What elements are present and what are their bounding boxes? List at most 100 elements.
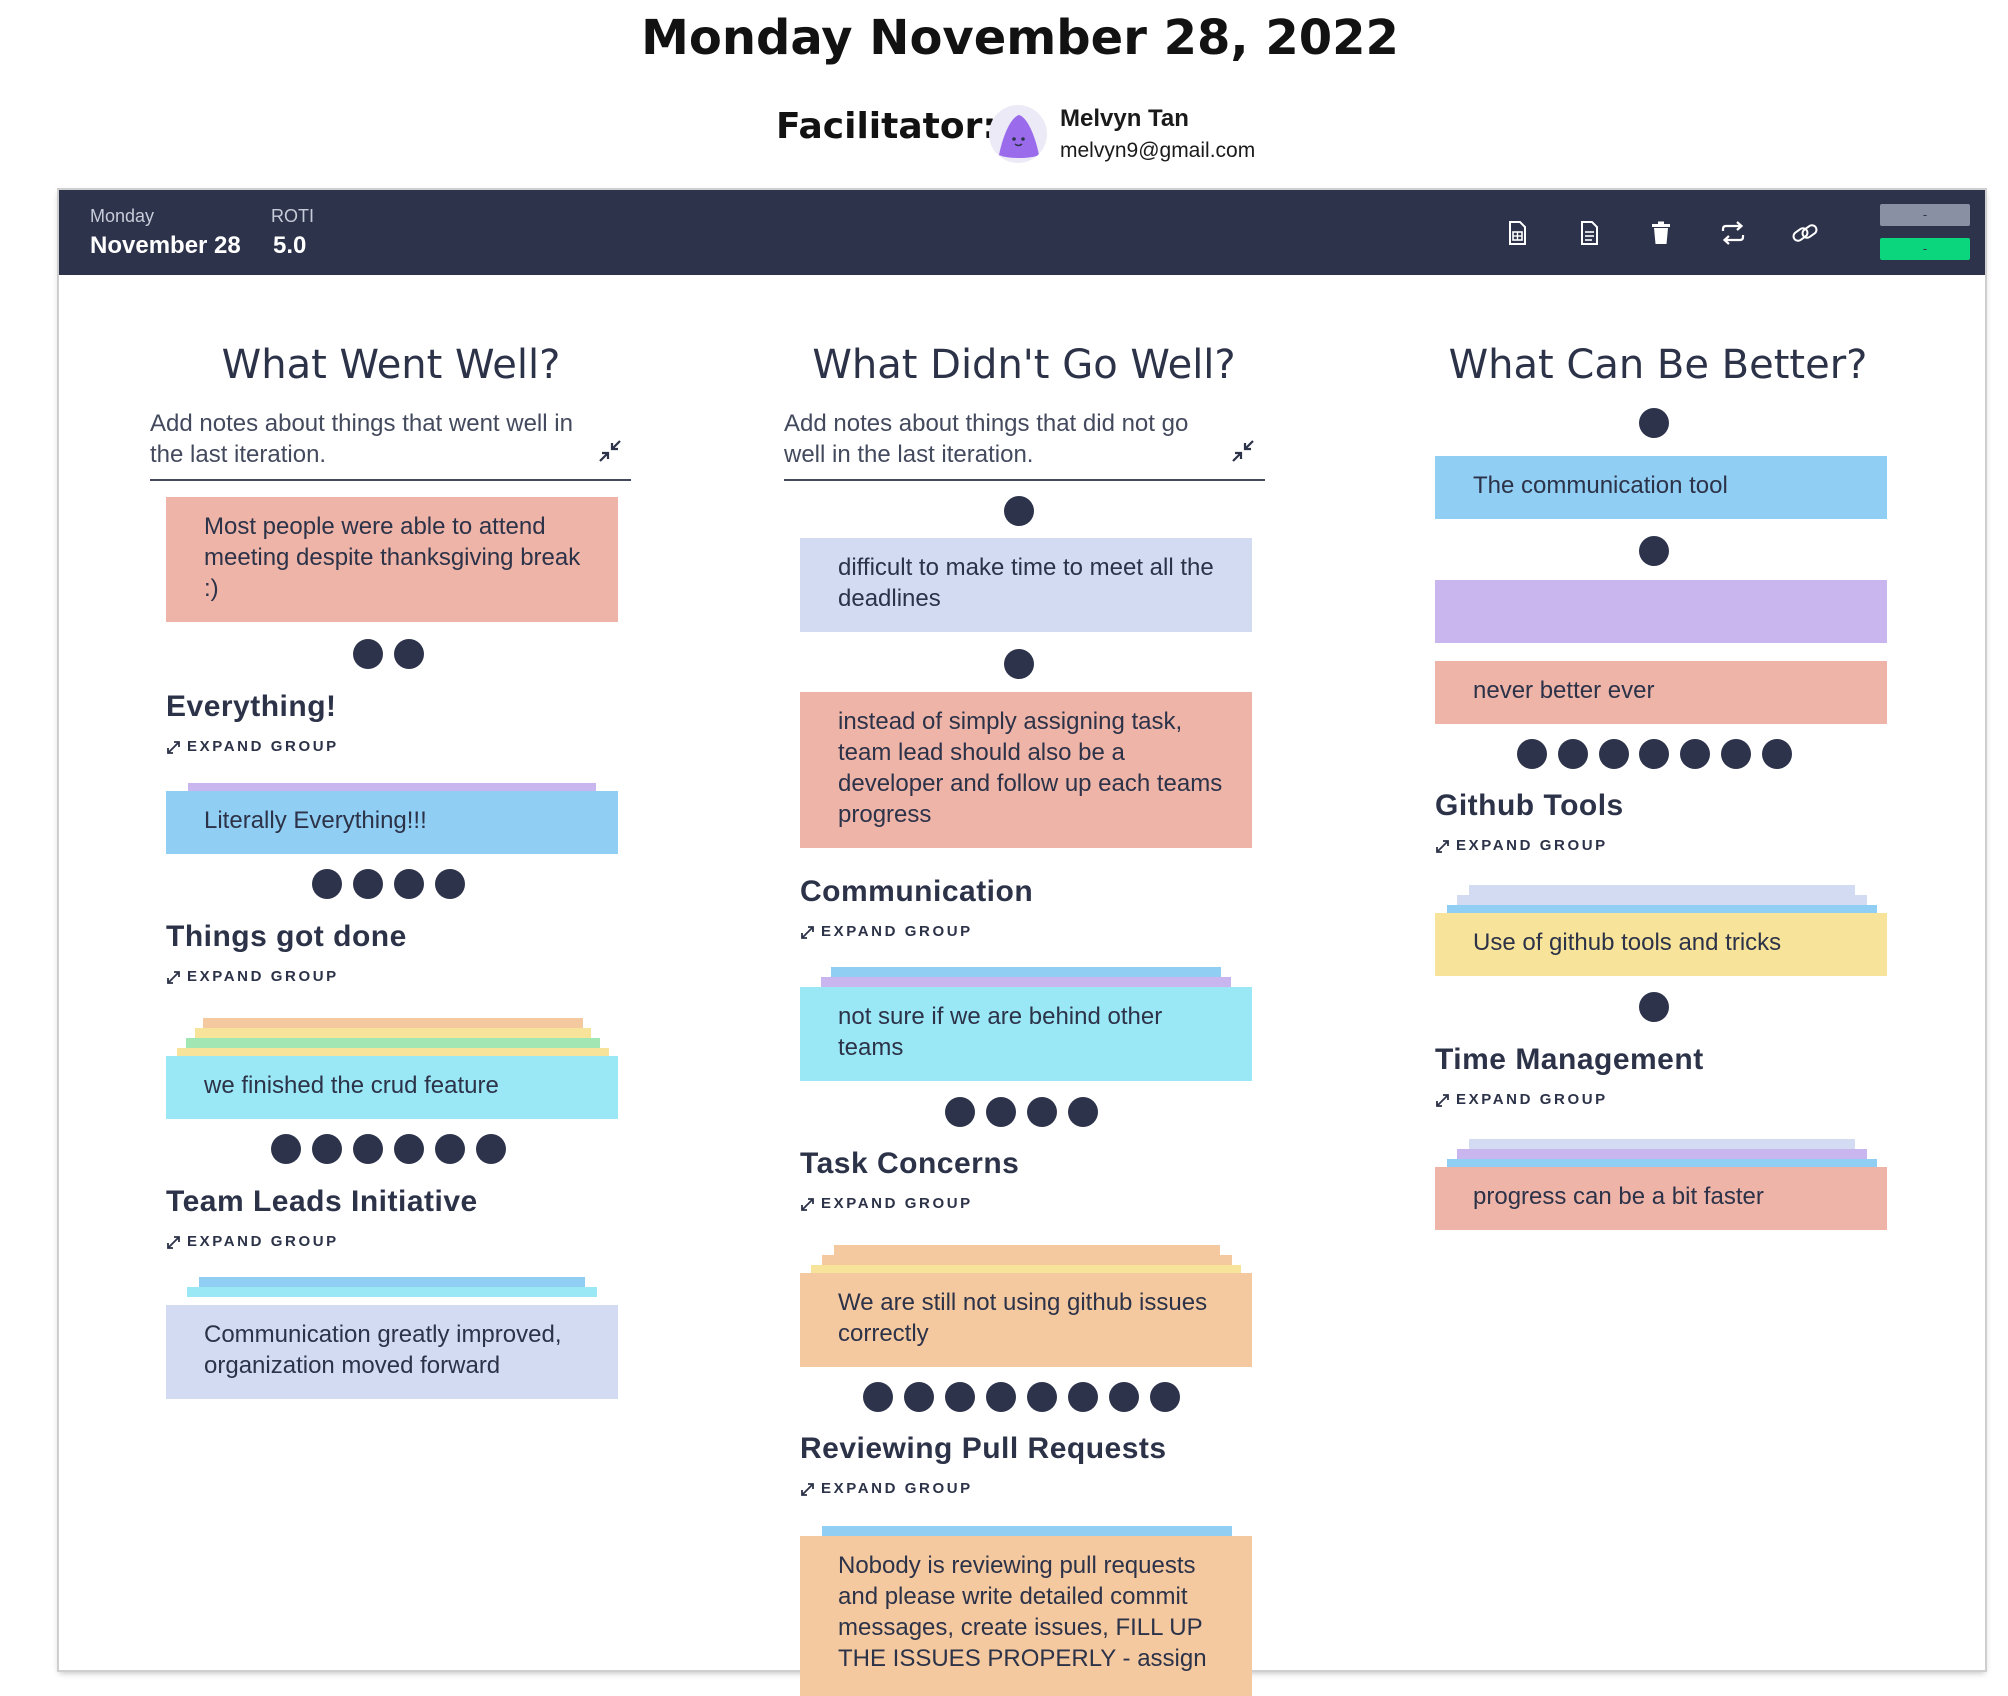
stacked-card-edge: [195, 1028, 591, 1038]
group-title-everything: Everything!: [166, 690, 337, 723]
note-card[interactable]: we finished the crud feature: [166, 1056, 618, 1119]
vote-dot[interactable]: [945, 1382, 975, 1412]
expand-group-button[interactable]: EXPAND GROUP: [800, 1195, 973, 1212]
vote-dot[interactable]: [435, 869, 465, 899]
vote-dot[interactable]: [1639, 408, 1669, 438]
stacked-card-edge: [203, 1018, 583, 1028]
vote-dot[interactable]: [1517, 739, 1547, 769]
roti-value: 5.0: [273, 232, 307, 259]
note-card[interactable]: instead of simply assigning task, team l…: [800, 692, 1252, 848]
vote-dot[interactable]: [986, 1097, 1016, 1127]
note-card[interactable]: never better ever: [1435, 661, 1887, 724]
note-card[interactable]: Literally Everything!!!: [166, 791, 618, 854]
stacked-card-edge: [1469, 885, 1855, 895]
stacked-card-edge: [199, 1277, 585, 1287]
bar-day: Monday: [90, 206, 155, 226]
status-badge-top[interactable]: -: [1880, 204, 1970, 226]
collapse-icon[interactable]: [1230, 438, 1256, 464]
spreadsheet-icon[interactable]: [1502, 218, 1532, 248]
group-title-task-concerns: Task Concerns: [800, 1147, 1020, 1180]
vote-dot[interactable]: [1558, 739, 1588, 769]
vote-dot[interactable]: [312, 869, 342, 899]
expand-group-label: EXPAND GROUP: [187, 1233, 339, 1250]
vote-dot[interactable]: [394, 639, 424, 669]
vote-dot[interactable]: [1721, 739, 1751, 769]
expand-group-button[interactable]: EXPAND GROUP: [800, 923, 973, 940]
vote-dot[interactable]: [1639, 536, 1669, 566]
vote-dot[interactable]: [1068, 1382, 1098, 1412]
vote-dot[interactable]: [353, 869, 383, 899]
stacked-card-edge: [822, 1526, 1232, 1536]
expand-group-label: EXPAND GROUP: [821, 923, 973, 940]
note-card[interactable]: Nobody is reviewing pull requests and pl…: [800, 1536, 1252, 1696]
note-card[interactable]: not sure if we are behind other teams: [800, 987, 1252, 1081]
link-icon[interactable]: [1790, 218, 1820, 248]
expand-arrows-icon: [1436, 1093, 1449, 1107]
vote-dot[interactable]: [312, 1134, 342, 1164]
collapse-icon[interactable]: [597, 438, 623, 464]
trash-icon[interactable]: [1646, 218, 1676, 248]
vote-dot[interactable]: [904, 1382, 934, 1412]
vote-dot[interactable]: [1639, 992, 1669, 1022]
expand-group-button[interactable]: EXPAND GROUP: [800, 1480, 973, 1497]
stacked-card-edge: [1469, 1139, 1855, 1149]
note-card[interactable]: progress can be a bit faster: [1435, 1167, 1887, 1230]
column-divider: [150, 479, 631, 481]
document-icon[interactable]: [1574, 218, 1604, 248]
vote-dot[interactable]: [863, 1382, 893, 1412]
expand-group-button[interactable]: EXPAND GROUP: [1435, 837, 1608, 854]
expand-arrows-icon: [801, 1482, 814, 1496]
stacked-card-edge: [1457, 895, 1867, 905]
vote-dot[interactable]: [394, 869, 424, 899]
expand-group-label: EXPAND GROUP: [187, 968, 339, 985]
vote-dot[interactable]: [986, 1382, 1016, 1412]
vote-dot[interactable]: [1599, 739, 1629, 769]
vote-dot[interactable]: [353, 1134, 383, 1164]
expand-group-button[interactable]: EXPAND GROUP: [166, 1233, 339, 1250]
group-title-reviewing-pull-requests: Reviewing Pull Requests: [800, 1432, 1167, 1465]
stacked-card-edge: [1457, 1149, 1867, 1159]
vote-dot[interactable]: [271, 1134, 301, 1164]
note-card[interactable]: Communication greatly improved, organiza…: [166, 1305, 618, 1399]
vote-dot[interactable]: [476, 1134, 506, 1164]
note-card[interactable]: [1435, 580, 1887, 643]
column-description-went-well: Add notes about things that went well in…: [150, 410, 573, 468]
vote-dot[interactable]: [1109, 1382, 1139, 1412]
group-title-time-management: Time Management: [1435, 1043, 1704, 1076]
vote-dot[interactable]: [353, 639, 383, 669]
stacked-card-edge: [822, 1255, 1232, 1265]
note-card[interactable]: We are still not using github issues cor…: [800, 1273, 1252, 1367]
vote-dot[interactable]: [1639, 739, 1669, 769]
vote-dot[interactable]: [1680, 739, 1710, 769]
note-card[interactable]: Most people were able to attend meeting …: [166, 497, 618, 622]
group-title-communication: Communication: [800, 875, 1034, 908]
note-card[interactable]: Use of github tools and tricks: [1435, 913, 1887, 976]
stacked-card-edge: [187, 1287, 597, 1297]
avatar-blob-icon: [999, 115, 1039, 158]
vote-dot[interactable]: [1150, 1382, 1180, 1412]
vote-dot[interactable]: [1027, 1382, 1057, 1412]
expand-group-button[interactable]: EXPAND GROUP: [166, 968, 339, 985]
note-card[interactable]: The communication tool: [1435, 456, 1887, 519]
vote-dot[interactable]: [1004, 496, 1034, 526]
vote-dot[interactable]: [435, 1134, 465, 1164]
refresh-icon[interactable]: [1718, 218, 1748, 248]
expand-arrows-icon: [801, 925, 814, 939]
expand-arrows-icon: [167, 970, 180, 984]
vote-dot[interactable]: [1004, 649, 1034, 679]
vote-dot[interactable]: [1068, 1097, 1098, 1127]
vote-dot[interactable]: [945, 1097, 975, 1127]
note-card[interactable]: difficult to make time to meet all the d…: [800, 538, 1252, 632]
vote-dot[interactable]: [1027, 1097, 1057, 1127]
stacked-card-edge: [834, 1245, 1220, 1255]
board-toolbar: Monday November 28 ROTI 5.0 - -: [59, 190, 1985, 275]
expand-group-button[interactable]: EXPAND GROUP: [166, 738, 339, 755]
vote-dot[interactable]: [394, 1134, 424, 1164]
expand-arrows-icon: [801, 1197, 814, 1211]
column-title-can-be-better: What Can Be Better?: [1448, 342, 1868, 388]
expand-arrows-icon: [167, 1235, 180, 1249]
expand-arrows-icon: [1436, 839, 1449, 853]
expand-group-button[interactable]: EXPAND GROUP: [1435, 1091, 1608, 1108]
status-badge-bottom[interactable]: -: [1880, 238, 1970, 260]
vote-dot[interactable]: [1762, 739, 1792, 769]
